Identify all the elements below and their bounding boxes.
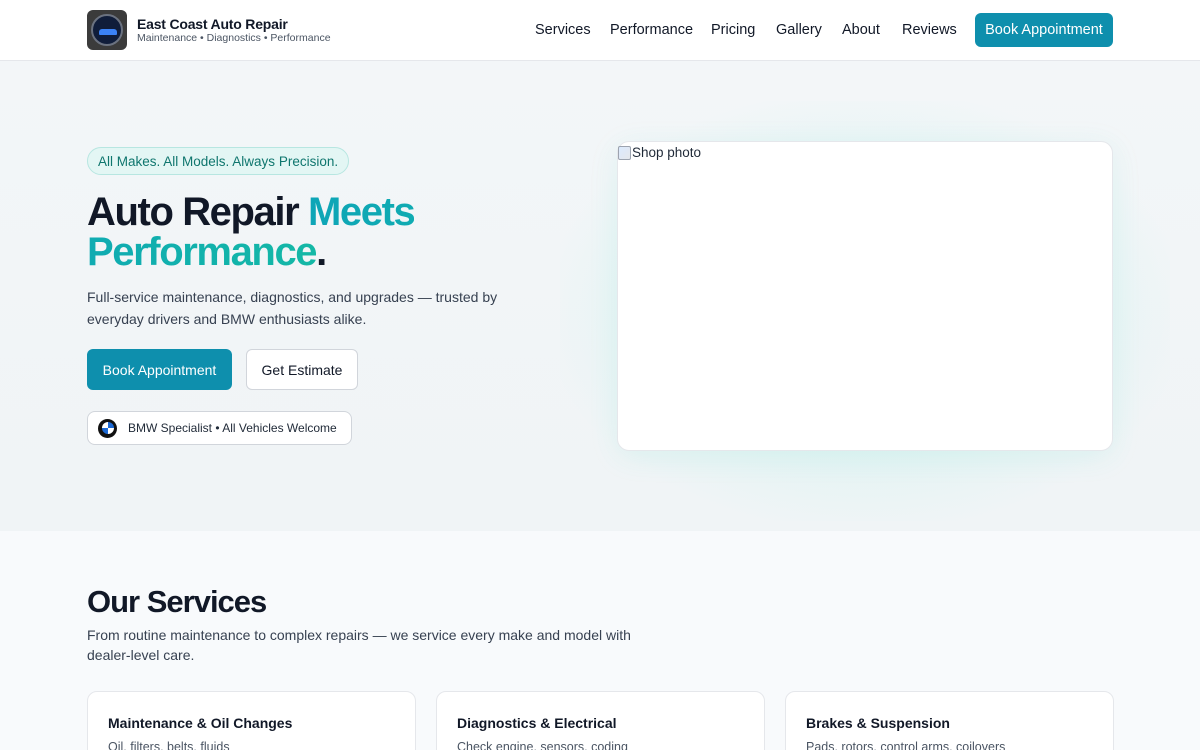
bmw-specialist-badge: BMW Specialist • All Vehicles Welcome <box>87 411 352 445</box>
shop-photo-alt-text: Shop photo <box>632 145 702 160</box>
service-card-title: Brakes & Suspension <box>806 715 950 731</box>
headline-end: . <box>316 230 327 274</box>
nav-performance[interactable]: Performance <box>610 22 693 38</box>
shop-photo-alt: Shop photo <box>618 145 701 160</box>
service-card-desc: Oil, filters, belts, fluids <box>108 740 230 750</box>
broken-image-icon <box>618 145 631 160</box>
hero-get-estimate-button[interactable]: Get Estimate <box>246 349 358 390</box>
site-header: East Coast Auto Repair Maintenance • Dia… <box>0 0 1200 61</box>
services-subtitle: From routine maintenance to complex repa… <box>87 627 631 663</box>
service-card-title: Diagnostics & Electrical <box>457 715 617 731</box>
hero-headline: Auto Repair Meets Performance. <box>87 192 567 272</box>
hero-book-appointment-button[interactable]: Book Appointment <box>87 349 232 390</box>
service-card-diagnostics[interactable]: Diagnostics & Electrical Check engine, s… <box>436 691 765 750</box>
service-card-title: Maintenance & Oil Changes <box>108 715 293 731</box>
nav-pricing[interactable]: Pricing <box>711 22 755 38</box>
badge-label: BMW Specialist • All Vehicles Welcome <box>128 421 337 435</box>
hero-subtext: Full-service maintenance, diagnostics, a… <box>87 289 498 327</box>
headline-plain: Auto Repair <box>87 190 308 234</box>
logo-emblem <box>91 14 123 46</box>
nav-about[interactable]: About <box>842 22 880 38</box>
shop-photo: Shop photo <box>617 141 1113 451</box>
service-card-maintenance[interactable]: Maintenance & Oil Changes Oil, filters, … <box>87 691 416 750</box>
nav-services[interactable]: Services <box>535 22 591 38</box>
bmw-logo-icon <box>98 418 117 438</box>
brand-tagline: Maintenance • Diagnostics • Performance <box>137 32 331 44</box>
services-title: Our Services <box>87 584 267 619</box>
service-card-desc: Check engine, sensors, coding <box>457 740 628 750</box>
hero-pill: All Makes. All Models. Always Precision. <box>87 147 350 175</box>
nav-reviews[interactable]: Reviews <box>902 22 957 38</box>
nav-gallery[interactable]: Gallery <box>776 22 822 38</box>
service-card-brakes[interactable]: Brakes & Suspension Pads, rotors, contro… <box>785 691 1114 750</box>
header-book-appointment-button[interactable]: Book Appointment <box>975 13 1113 47</box>
brand-name[interactable]: East Coast Auto Repair <box>137 16 288 32</box>
car-icon <box>99 29 117 35</box>
brand-logo[interactable] <box>87 10 127 50</box>
service-card-desc: Pads, rotors, control arms, coilovers <box>806 740 1006 750</box>
